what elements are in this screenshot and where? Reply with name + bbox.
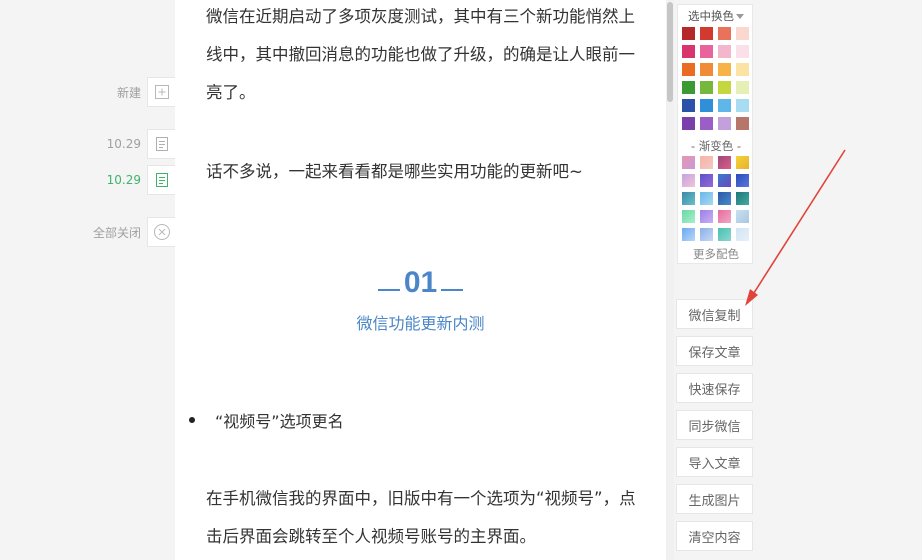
color-swatch[interactable]: [718, 27, 731, 40]
gradient-swatch[interactable]: [718, 174, 731, 187]
dash-left: [377, 289, 400, 292]
gradient-swatch[interactable]: [718, 210, 731, 223]
document-icon[interactable]: [147, 129, 175, 159]
bullet-dot: [189, 417, 195, 423]
dash-right: [441, 289, 464, 292]
color-swatch[interactable]: [736, 117, 749, 130]
gradient-swatch[interactable]: [736, 174, 749, 187]
color-swatch[interactable]: [736, 63, 749, 76]
section-number: 01: [175, 266, 666, 300]
paragraph-lead[interactable]: 话不多说，一起来看看都是哪些实用功能的更新吧~: [206, 153, 636, 191]
sync-wechat-button[interactable]: 同步微信: [676, 410, 753, 440]
color-palette: 选中换色 - 渐变色 - 更多配色: [677, 4, 753, 264]
clear-content-button[interactable]: 清空内容: [676, 521, 753, 551]
gradient-swatch[interactable]: [736, 228, 749, 241]
sidebar-doc-item[interactable]: 10.29: [106, 129, 175, 159]
color-swatch[interactable]: [700, 45, 713, 58]
gradient-swatch[interactable]: [700, 156, 713, 169]
gradient-swatch[interactable]: [682, 228, 695, 241]
new-document-button[interactable]: 新建: [116, 77, 175, 107]
wechat-copy-button[interactable]: 微信复制: [676, 299, 753, 329]
document-icon[interactable]: [147, 165, 175, 195]
gradient-swatch[interactable]: [682, 210, 695, 223]
color-swatch[interactable]: [736, 27, 749, 40]
paragraph-intro[interactable]: 微信在近期启动了多项灰度测试，其中有三个新功能悄然上线中，其中撤回消息的功能也做…: [206, 0, 636, 112]
gradient-header: - 渐变色 -: [690, 139, 742, 153]
color-swatch[interactable]: [736, 81, 749, 94]
palette-header[interactable]: 选中换色: [678, 8, 754, 24]
color-swatch[interactable]: [682, 63, 695, 76]
more-colors-link[interactable]: 更多配色: [678, 246, 754, 262]
save-article-button[interactable]: 保存文章: [676, 336, 753, 366]
gradient-swatch[interactable]: [682, 174, 695, 187]
bullet-item[interactable]: “视频号”选项更名: [189, 408, 344, 432]
bullet-text: “视频号”选项更名: [215, 412, 344, 431]
color-swatch[interactable]: [682, 27, 695, 40]
new-document-icon[interactable]: [147, 77, 175, 107]
generate-image-button[interactable]: 生成图片: [676, 484, 753, 514]
sidebar-doc-item-active[interactable]: 10.29: [106, 165, 175, 195]
color-swatch[interactable]: [718, 63, 731, 76]
color-swatch[interactable]: [682, 99, 695, 112]
color-swatch[interactable]: [736, 99, 749, 112]
gradient-swatch[interactable]: [718, 228, 731, 241]
close-circle-icon[interactable]: [147, 217, 175, 247]
quick-save-button[interactable]: 快速保存: [676, 373, 753, 403]
close-all-label: 全部关闭: [92, 225, 141, 240]
scrollbar-thumb[interactable]: [667, 2, 673, 102]
color-swatch[interactable]: [700, 27, 713, 40]
close-all-button[interactable]: 全部关闭: [92, 217, 175, 247]
color-swatch[interactable]: [718, 45, 731, 58]
color-swatch[interactable]: [718, 99, 731, 112]
section-title: 微信功能更新内测: [356, 314, 485, 333]
gradient-swatch[interactable]: [700, 174, 713, 187]
color-swatch[interactable]: [736, 45, 749, 58]
color-swatch[interactable]: [682, 117, 695, 130]
color-swatch[interactable]: [682, 45, 695, 58]
color-swatch[interactable]: [718, 117, 731, 130]
gradient-swatch[interactable]: [718, 156, 731, 169]
color-swatch[interactable]: [700, 81, 713, 94]
gradient-swatch[interactable]: [700, 210, 713, 223]
chevron-down-icon: [736, 14, 744, 19]
gradient-swatch[interactable]: [736, 210, 749, 223]
color-swatch[interactable]: [700, 63, 713, 76]
color-swatch[interactable]: [700, 117, 713, 130]
article-editor[interactable]: 微信在近期启动了多项灰度测试，其中有三个新功能悄然上线中，其中撤回消息的功能也做…: [175, 0, 666, 560]
left-sidebar: 新建 10.29 10.29 全部关闭: [0, 0, 175, 560]
section-number-text: 01: [403, 266, 438, 299]
color-swatch[interactable]: [682, 81, 695, 94]
gradient-swatch[interactable]: [700, 228, 713, 241]
paragraph-body[interactable]: 在手机微信我的界面中，旧版中有一个选项为“视频号”，点击后界面会跳转至个人视频号…: [206, 480, 636, 556]
gradient-swatch[interactable]: [682, 156, 695, 169]
gradient-swatch[interactable]: [718, 192, 731, 205]
gradient-swatch[interactable]: [682, 192, 695, 205]
palette-header-label: 选中换色: [688, 9, 734, 23]
import-article-button[interactable]: 导入文章: [676, 447, 753, 477]
gradient-swatch[interactable]: [736, 192, 749, 205]
color-swatch[interactable]: [700, 99, 713, 112]
color-swatch[interactable]: [718, 81, 731, 94]
new-label: 新建: [116, 85, 141, 100]
gradient-swatch[interactable]: [736, 156, 749, 169]
doc-date-label: 10.29: [106, 137, 141, 151]
doc-date-label: 10.29: [106, 173, 141, 187]
gradient-swatch[interactable]: [700, 192, 713, 205]
